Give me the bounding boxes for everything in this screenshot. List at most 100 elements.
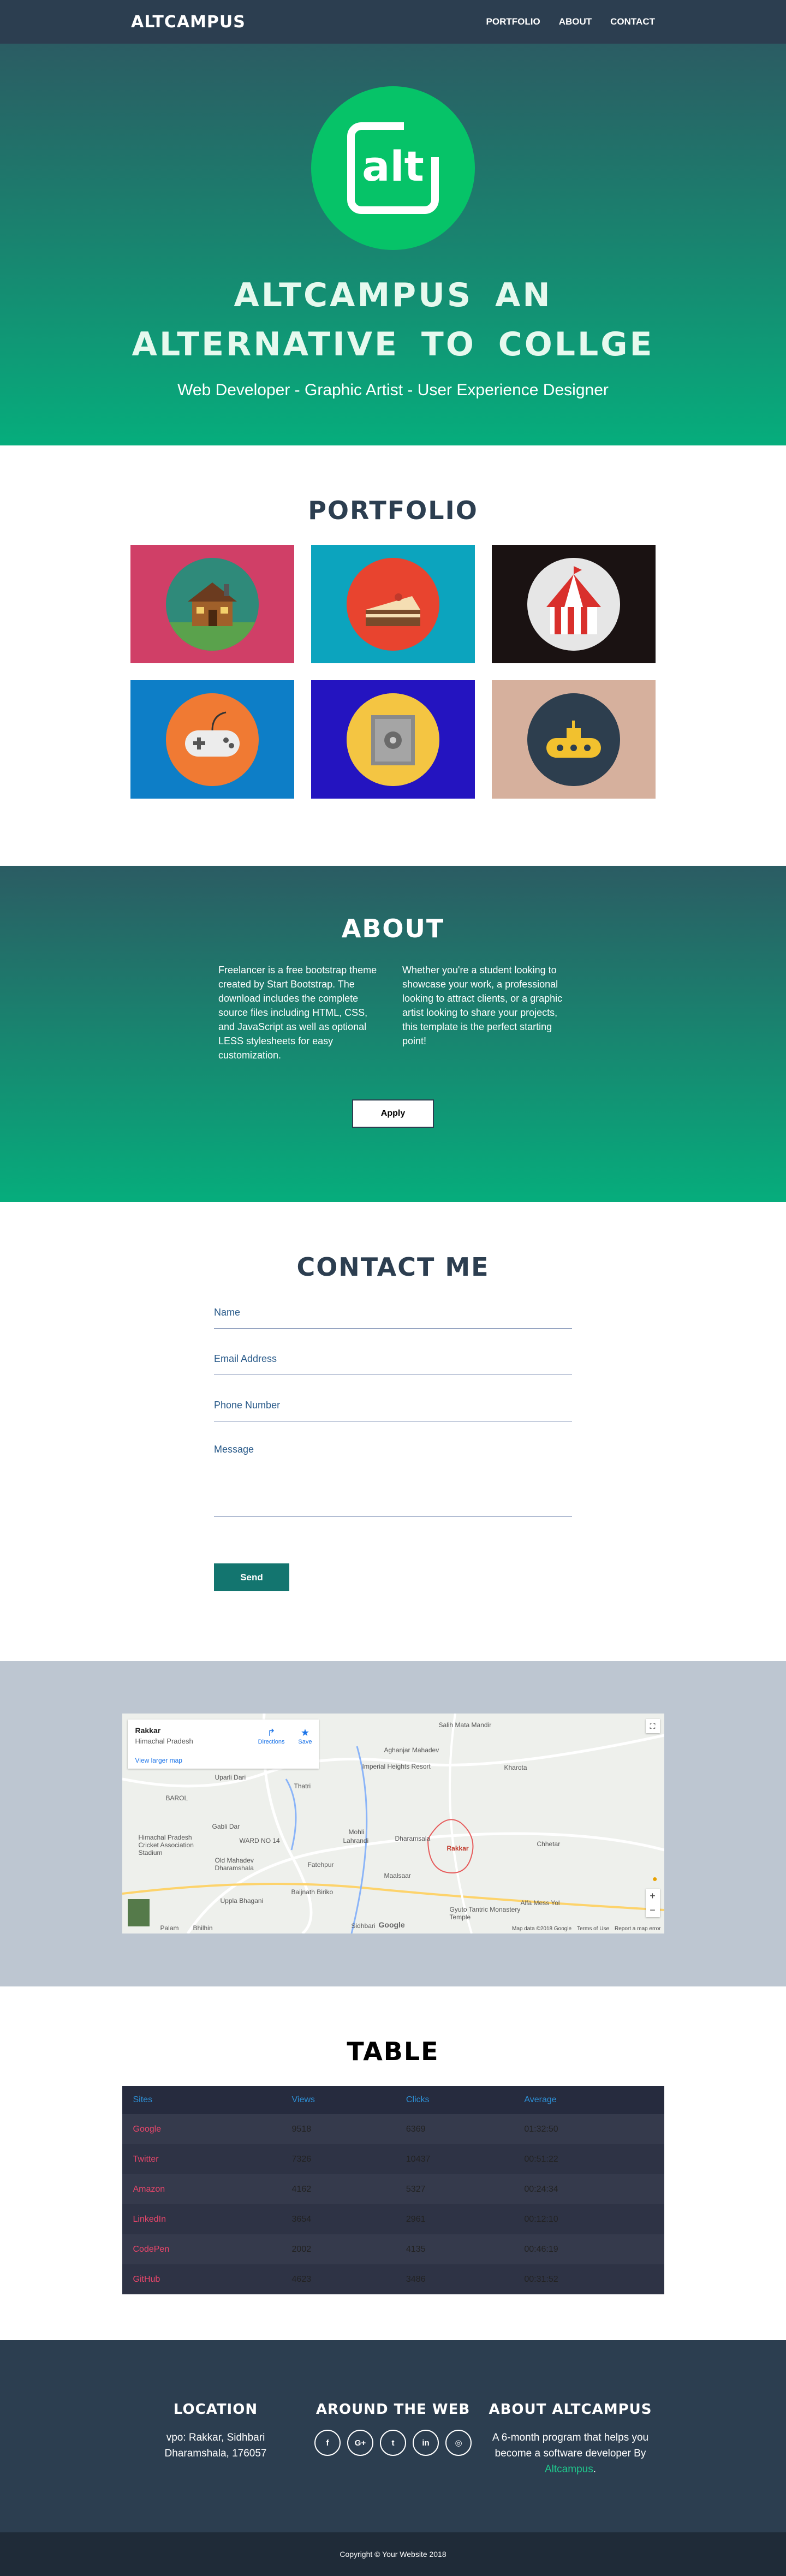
portfolio-item-safe[interactable]	[311, 680, 475, 799]
pegman-icon[interactable]: ●	[652, 1875, 658, 1884]
zoom-in-icon[interactable]: +	[650, 1890, 656, 1902]
clicks-cell: 6369	[395, 2114, 514, 2144]
map-label: Chhetar	[537, 1840, 561, 1848]
email-input[interactable]	[214, 1353, 572, 1375]
column-header: Clicks	[395, 2086, 514, 2114]
table-row: Amazon 4162 5327 00:24:34	[122, 2174, 664, 2204]
around-web-title: AROUND THE WEB	[315, 2401, 471, 2418]
google-map[interactable]: Rakkar Himachal Pradesh View larger map …	[122, 1714, 664, 1934]
phone-field-wrap	[214, 1391, 572, 1421]
about-title: ABOUT	[341, 914, 445, 943]
brand-logo[interactable]: ALTCAMPUS	[131, 13, 246, 32]
portfolio-item-circus[interactable]	[492, 545, 656, 663]
contact-title: CONTACT ME	[296, 1252, 490, 1282]
send-button[interactable]: Send	[214, 1563, 289, 1591]
views-cell: 4623	[281, 2264, 395, 2294]
map-label: Maalsaar	[384, 1872, 411, 1879]
zoom-control: + −	[645, 1889, 660, 1917]
altcampus-link[interactable]: Altcampus	[545, 2464, 593, 2475]
map-label: BAROL	[165, 1794, 188, 1802]
copyright-bar: Copyright © Your Website 2018	[0, 2532, 786, 2576]
clicks-cell: 5327	[395, 2174, 514, 2204]
map-label: Mohli	[348, 1828, 365, 1836]
about-altcampus-text: A 6-month program that helps you become …	[492, 2432, 649, 2475]
hero-title: ALTCAMPUS AN ALTERNATIVE TO COLLGE	[132, 276, 654, 364]
twitter-icon[interactable]: t	[380, 2430, 406, 2456]
footer-location: LOCATION vpo: Rakkar, Sidhbari Dharamsha…	[131, 2401, 300, 2477]
map-label: Lahrandi	[343, 1837, 369, 1845]
linkedin-icon[interactable]: in	[413, 2430, 439, 2456]
map-label: Dharamsala	[395, 1835, 431, 1842]
logo-frame: alt	[347, 122, 439, 214]
views-cell: 9518	[281, 2114, 395, 2144]
map-label: Thatri	[294, 1782, 311, 1790]
site-cell: Google	[122, 2114, 281, 2144]
site-cell: LinkedIn	[122, 2204, 281, 2234]
logo-text: alt	[362, 141, 424, 191]
views-cell: 7326	[281, 2144, 395, 2174]
portfolio-grid	[130, 545, 656, 799]
email-field-wrap	[214, 1344, 572, 1375]
footer-columns: LOCATION vpo: Rakkar, Sidhbari Dharamsha…	[131, 2401, 655, 2477]
facebook-icon[interactable]: f	[314, 2430, 341, 2456]
directions-button[interactable]: ↱ Directions	[258, 1727, 285, 1745]
portfolio-title: PORTFOLIO	[308, 496, 478, 525]
view-larger-map-link[interactable]: View larger map	[135, 1757, 182, 1764]
table-header-row: Sites Views Clicks Average	[122, 2086, 664, 2114]
clicks-cell: 3486	[395, 2264, 514, 2294]
map-label: Gyuto Tantric Monastery Temple	[449, 1906, 521, 1921]
site-cell: GitHub	[122, 2264, 281, 2294]
average-cell: 00:31:52	[513, 2264, 664, 2294]
star-icon: ★	[300, 1727, 310, 1738]
nav-link-about[interactable]: ABOUT	[559, 16, 592, 27]
nav-link-contact[interactable]: CONTACT	[610, 16, 655, 27]
map-label: Salih Mata Mandir	[438, 1721, 492, 1729]
message-field-wrap	[214, 1437, 572, 1517]
phone-input[interactable]	[214, 1400, 572, 1421]
clicks-cell: 2961	[395, 2204, 514, 2234]
map-section: Rakkar Himachal Pradesh View larger map …	[0, 1661, 786, 1986]
nav-link-portfolio[interactable]: PORTFOLIO	[486, 16, 540, 27]
save-label: Save	[298, 1739, 312, 1745]
views-cell: 3654	[281, 2204, 395, 2234]
cake-icon	[347, 557, 439, 651]
map-label: WARD NO 14	[239, 1837, 280, 1845]
portfolio-item-cabin[interactable]	[130, 545, 294, 663]
site-cell: Twitter	[122, 2144, 281, 2174]
apply-button[interactable]: Apply	[352, 1099, 434, 1128]
save-button[interactable]: ★ Save	[298, 1727, 312, 1745]
hero-section: alt ALTCAMPUS AN ALTERNATIVE TO COLLGE W…	[0, 44, 786, 445]
about-altcampus-desc: A 6-month program that helps you become …	[492, 2432, 649, 2459]
footer-around-web: AROUND THE WEB f G+ t in ◎	[308, 2401, 478, 2477]
site-cell: CodePen	[122, 2234, 281, 2264]
table-row: GitHub 4623 3486 00:31:52	[122, 2264, 664, 2294]
name-input[interactable]	[214, 1307, 572, 1328]
column-header: Sites	[122, 2086, 281, 2114]
circus-tent-icon	[527, 557, 620, 651]
report-error-link[interactable]: Report a map error	[615, 1926, 660, 1932]
zoom-out-icon[interactable]: −	[650, 1905, 656, 1916]
table-row: CodePen 2002 4135 00:46:19	[122, 2234, 664, 2264]
fullscreen-icon[interactable]: ⛶	[645, 1719, 660, 1733]
about-text-right: Whether you're a student looking to show…	[402, 965, 563, 1046]
google-plus-icon[interactable]: G+	[347, 2430, 373, 2456]
map-label: Alfa Mess Yol	[520, 1899, 560, 1907]
table-row: Twitter 7326 10437 00:51:22	[122, 2144, 664, 2174]
portfolio-item-cake[interactable]	[311, 545, 475, 663]
average-cell: 00:46:19	[513, 2234, 664, 2264]
about-columns: Freelancer is a free bootstrap theme cre…	[218, 963, 568, 1062]
dribbble-icon[interactable]: ◎	[445, 2430, 472, 2456]
table-section: TABLE Sites Views Clicks Average Google …	[0, 1986, 786, 2340]
stats-table: Sites Views Clicks Average Google 9518 6…	[122, 2086, 664, 2294]
safe-icon	[347, 693, 439, 786]
altcampus-logo: alt	[311, 86, 475, 250]
portfolio-item-controller[interactable]	[130, 680, 294, 799]
message-input[interactable]	[214, 1444, 572, 1504]
nav-links: PORTFOLIO ABOUT CONTACT	[486, 16, 655, 27]
location-title: LOCATION	[173, 2401, 258, 2418]
terms-link[interactable]: Terms of Use	[577, 1926, 609, 1932]
portfolio-item-submarine[interactable]	[492, 680, 656, 799]
map-label: Uparli Dari	[215, 1774, 246, 1781]
map-label: Old Mahadev Dharamshala	[215, 1857, 254, 1872]
footer: LOCATION vpo: Rakkar, Sidhbari Dharamsha…	[0, 2340, 786, 2532]
